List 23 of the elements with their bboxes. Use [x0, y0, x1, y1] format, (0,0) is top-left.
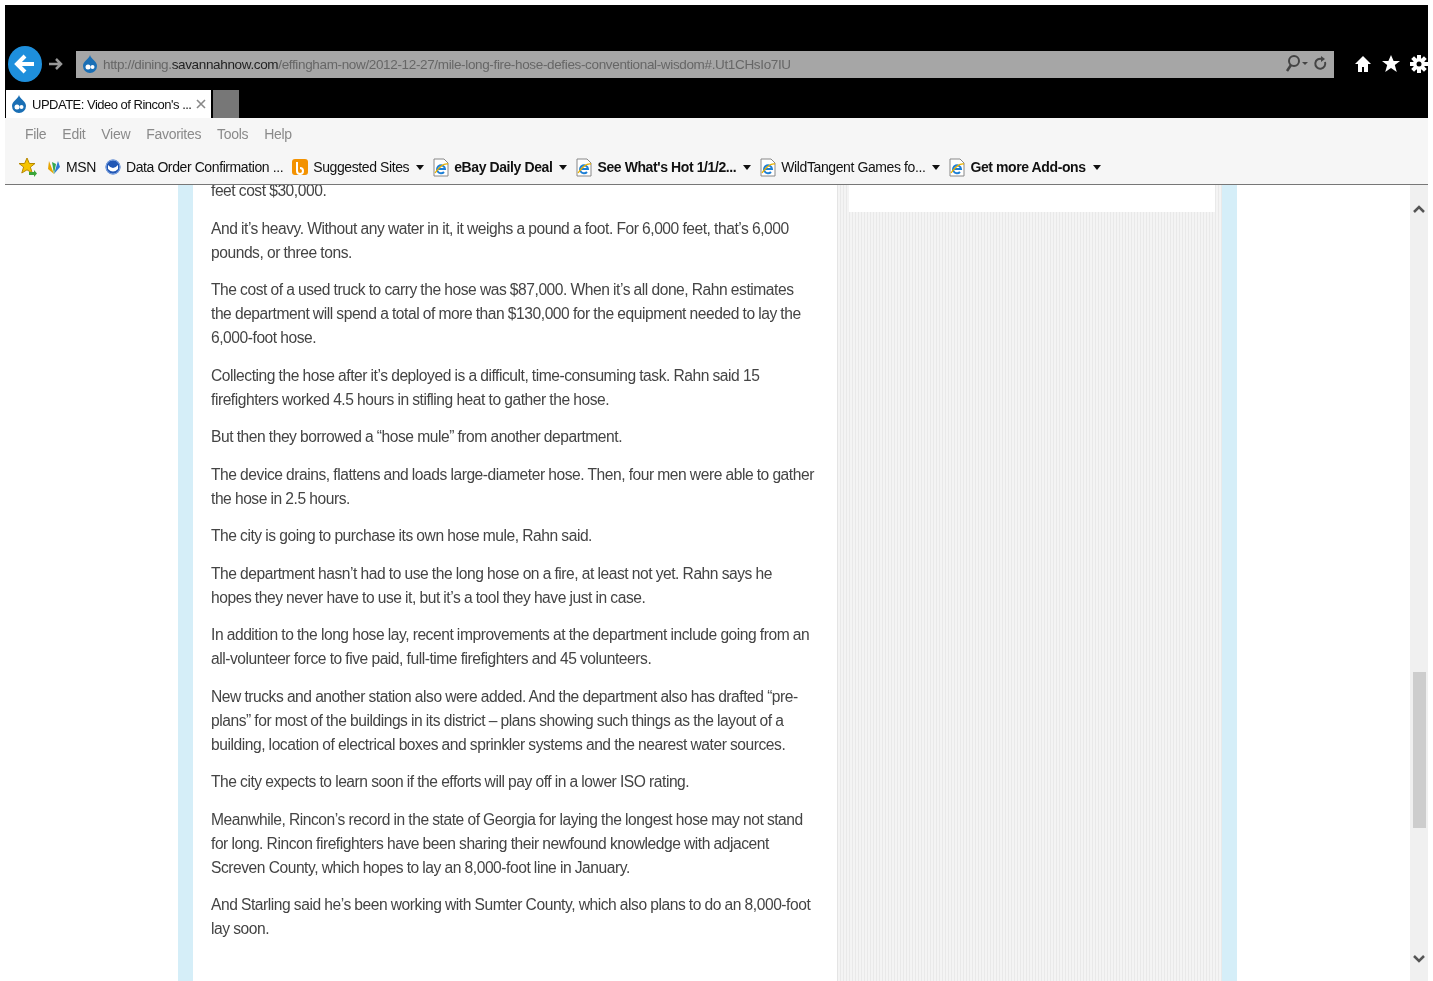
article-paragraph: And Starling said he’s been working with Sumter County, which also plans to do an 8,000-foot lay soon. [211, 895, 812, 939]
article-paragraph: The device drains, flattens and loads large-diameter hose. Then, four men were able to gather the hose in 2.5 hours. [211, 464, 815, 509]
article-paragraph: In addition to the long hose lay, recent improvements at the department include going from an all-volunteer force to five paid, full-time firefighters and 45 volunteers. [211, 625, 811, 669]
favorites-link[interactable]: Suggested Sites [292, 159, 425, 175]
article-paragraph: feet cost $30,000. [211, 185, 328, 201]
article-paragraph: And it’s heavy. Without any water in it, it weighs a pound a foot. For 6,000 feet, that’s 6,000 pounds, or three tons. [211, 218, 790, 263]
favorites-link[interactable]: eBay Daily Deal [433, 157, 568, 177]
article-paragraph: Meanwhile, Rincon’s record in the state of Georgia for laying the longest hose may not stand for long. Rincon firefighters have been sharing their newfound knowledge with adjacent Screven County, which hopes to lay an 8,000-foot line in January. [211, 809, 804, 878]
article-paragraph: But then they borrowed a “hose mule” from another department. [211, 427, 624, 447]
url-text: http://dining.savannahnow.com/effingham-now/2012-12-27/mile-long-fire-hose-defies-conventional-wisdom#.Ut1CHsIo7IU [103, 56, 792, 72]
article-paragraph: The department hasn’t had to use the long hose on a fire, at least not yet. Rahn says he hopes they never have to use it, but it’s a tool they have just in case. [211, 563, 773, 608]
favorites-link[interactable]: See What's Hot 1/1/2... [576, 157, 752, 177]
article-paragraph: New trucks and another station also were added. And the department also has drafted “pre-plans” for most of the buildings in its district – plans showing such things as the layout of a building, location of electrical boxes and sprinkler systems and the nearest water sources. [211, 686, 799, 755]
article-paragraph: The city expects to learn soon if the efforts will pay off in a lower ISO rating. [211, 772, 691, 792]
article-paragraph: The city is going to purchase its own hose mule, Rahn said. [211, 526, 593, 546]
article-paragraph: Collecting the hose after it’s deployed is a difficult, time-consuming task. Rahn said 15 firefighters worked 4.5 hours in stifling heat to gather the hose. [211, 365, 761, 410]
favorites-link[interactable]: WildTangent Games fo... [760, 157, 941, 177]
favorites-link[interactable]: Get more Add-ons [949, 157, 1101, 177]
favorites-link[interactable]: Data Order Confirmation ... [104, 159, 284, 175]
browser-tab[interactable]: UPDATE: Video of Rincon's ... [6, 90, 211, 118]
favorites-link[interactable]: MSN [47, 159, 96, 175]
article-paragraph: The cost of a used truck to carry the hose was $87,000. When it’s all done, Rahn estimates the department will spend a total of more than $130,000 for the equipment needed to lay the 6,000-foot hose. [211, 280, 802, 348]
address-bar[interactable]: http://dining.savannahnow.com/effingham-now/2012-12-27/mile-long-fire-hose-defies-conventional-wisdom#.Ut1CHsIo7IU [76, 50, 1334, 78]
